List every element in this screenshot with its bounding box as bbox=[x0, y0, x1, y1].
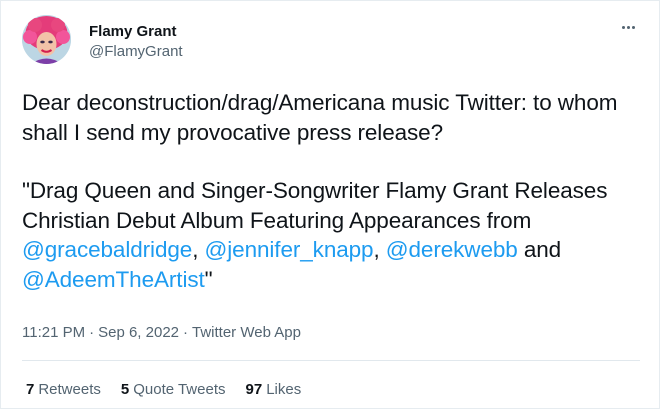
likes-stat[interactable]: 97 Likes bbox=[246, 380, 302, 399]
likes-label: Likes bbox=[266, 381, 302, 398]
mention-link-jennifer-knapp[interactable]: @jennifer_knapp bbox=[205, 237, 374, 262]
and-text: and bbox=[517, 237, 562, 262]
tweet-meta: 11:21 PM · Sep 6, 2022 · Twitter Web App bbox=[22, 323, 301, 342]
tweet-stats: 7 Retweets 5 Quote Tweets 97 Likes bbox=[26, 380, 301, 399]
quote-close: " bbox=[204, 266, 213, 292]
quotes-label: Quote Tweets bbox=[133, 381, 226, 398]
retweets-label: Retweets bbox=[38, 381, 101, 398]
likes-count: 97 bbox=[245, 381, 263, 398]
quote-tweets-stat[interactable]: 5 Quote Tweets bbox=[121, 380, 226, 399]
more-dot bbox=[626, 25, 630, 29]
meta-separator: · bbox=[89, 324, 95, 341]
mention-link-adeemtheartist[interactable]: @AdeemTheArtist bbox=[22, 267, 205, 292]
mention-link-gracebaldridge[interactable]: @gracebaldridge bbox=[22, 237, 192, 262]
quotes-count: 5 bbox=[120, 381, 130, 398]
tweet-source[interactable]: Twitter Web App bbox=[192, 324, 301, 341]
tweet-date[interactable]: Sep 6, 2022 bbox=[98, 324, 179, 341]
tweet-paragraph-1: Dear deconstruction/drag/Americana music… bbox=[22, 90, 618, 145]
separator-text: , bbox=[373, 237, 386, 262]
tweet-text: Dear deconstruction/drag/Americana music… bbox=[22, 88, 652, 294]
meta-separator: · bbox=[183, 324, 188, 341]
retweets-count: 7 bbox=[26, 381, 35, 398]
divider bbox=[22, 360, 640, 361]
more-dot bbox=[621, 25, 625, 29]
author-handle[interactable]: @FlamyGrant bbox=[89, 42, 183, 61]
retweets-stat[interactable]: 7 Retweets bbox=[26, 380, 101, 399]
drag-queen-avatar-icon bbox=[22, 15, 71, 64]
separator-text: , bbox=[192, 237, 205, 262]
tweet-time[interactable]: 11:21 PM bbox=[22, 324, 85, 341]
more-dot bbox=[631, 25, 635, 29]
tweet-paragraph-2: "Drag Queen and Singer-Songwriter Flamy … bbox=[22, 176, 652, 294]
author-display-name[interactable]: Flamy Grant bbox=[89, 22, 183, 41]
tweet-header: Flamy Grant @FlamyGrant bbox=[22, 15, 642, 65]
mention-link-derekwebb[interactable]: @derekwebb bbox=[386, 237, 518, 262]
quote-text: "Drag Queen and Singer-Songwriter Flamy … bbox=[22, 178, 608, 233]
author-block: Flamy Grant @FlamyGrant bbox=[89, 22, 183, 61]
more-horizontal-icon[interactable] bbox=[616, 19, 640, 35]
tweet-card: Flamy Grant @FlamyGrant Dear deconstruct… bbox=[0, 0, 660, 409]
author-avatar[interactable] bbox=[22, 15, 71, 64]
